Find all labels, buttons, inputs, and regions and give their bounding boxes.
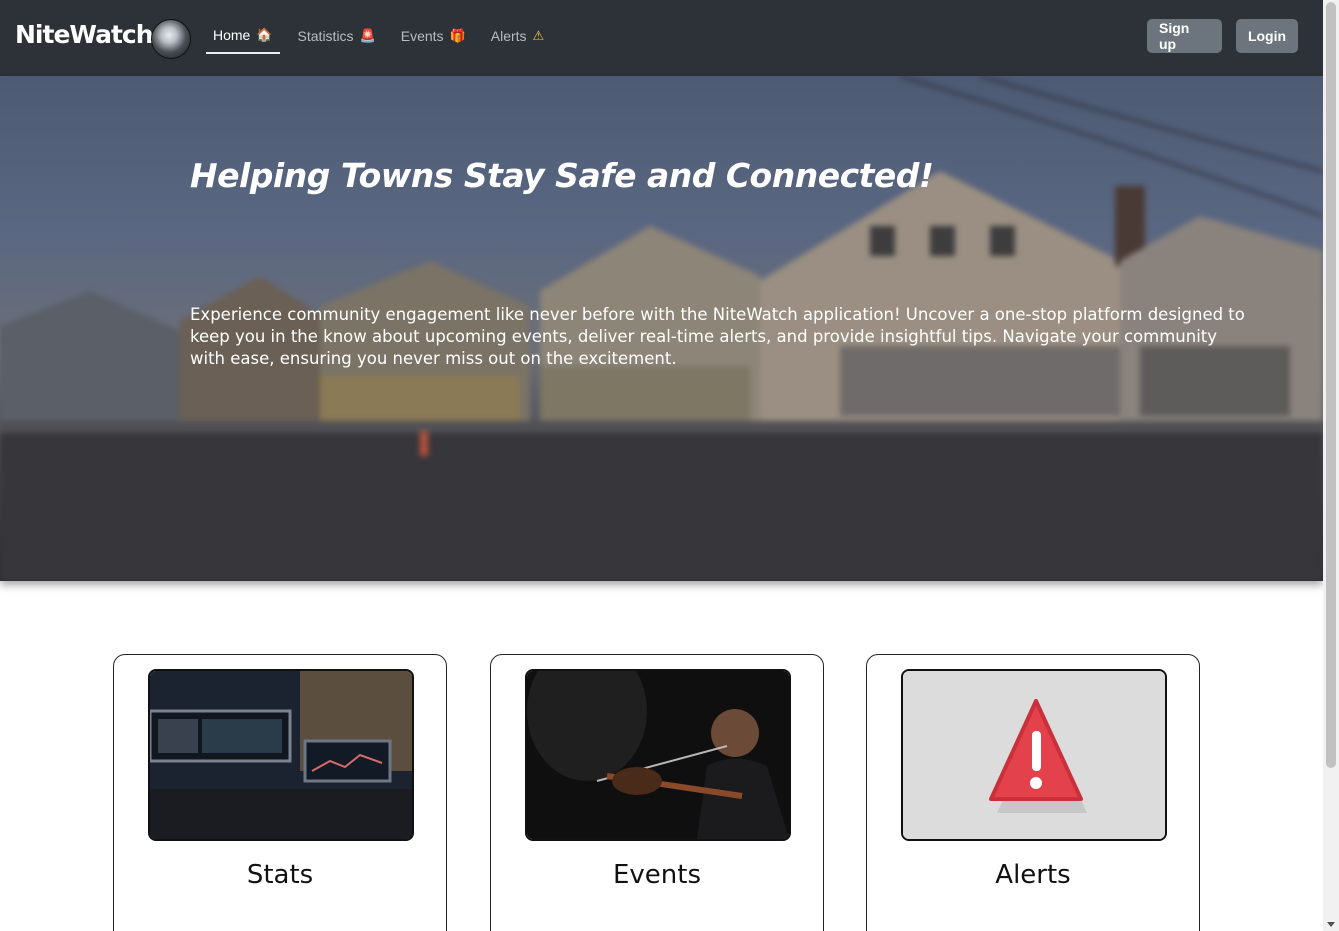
nav-link-alerts[interactable]: Alerts ⚠: [484, 18, 551, 54]
hero-title: Helping Towns Stay Safe and Connected!: [190, 156, 934, 195]
scrollbar-thumb[interactable]: [1326, 2, 1336, 768]
siren-icon: 🚨: [359, 28, 376, 44]
vertical-scrollbar[interactable]: [1323, 0, 1339, 931]
top-navbar: NiteWatch Home 🏠 Statistics 🚨 Events 🎁 A…: [0, 0, 1323, 76]
card-title: Alerts: [995, 860, 1071, 890]
house-icon: 🏠: [256, 27, 273, 43]
owl-logo-icon[interactable]: [151, 19, 191, 59]
stats-card-image: [148, 669, 414, 841]
hero-description: Experience community engagement like nev…: [190, 305, 1245, 368]
brand-name[interactable]: NiteWatch: [15, 20, 154, 49]
nav-links: Home 🏠 Statistics 🚨 Events 🎁 Alerts ⚠: [206, 18, 562, 54]
scroll-down-arrow-icon[interactable]: [1327, 922, 1335, 927]
nav-link-label: Alerts: [490, 28, 527, 44]
nav-link-home[interactable]: Home 🏠: [206, 18, 280, 54]
alerts-card-image: [901, 669, 1167, 841]
events-card-image: [525, 669, 791, 841]
stats-card[interactable]: Stats: [113, 654, 447, 931]
nav-link-label: Events: [400, 28, 444, 44]
gift-icon: 🎁: [449, 28, 466, 44]
events-card[interactable]: Events: [490, 654, 824, 931]
nav-link-label: Statistics: [297, 28, 354, 44]
alerts-card[interactable]: Alerts: [866, 654, 1200, 931]
login-button[interactable]: Login: [1236, 19, 1298, 53]
nav-link-events[interactable]: Events 🎁: [394, 18, 473, 54]
signup-button[interactable]: Sign up: [1147, 19, 1222, 53]
card-title: Stats: [246, 860, 314, 890]
card-title: Events: [612, 860, 702, 890]
hero-banner: Helping Towns Stay Safe and Connected! E…: [0, 76, 1323, 581]
nav-link-label: Home: [213, 27, 251, 43]
nav-link-statistics[interactable]: Statistics 🚨: [291, 18, 383, 54]
warning-icon: ⚠: [532, 28, 545, 44]
